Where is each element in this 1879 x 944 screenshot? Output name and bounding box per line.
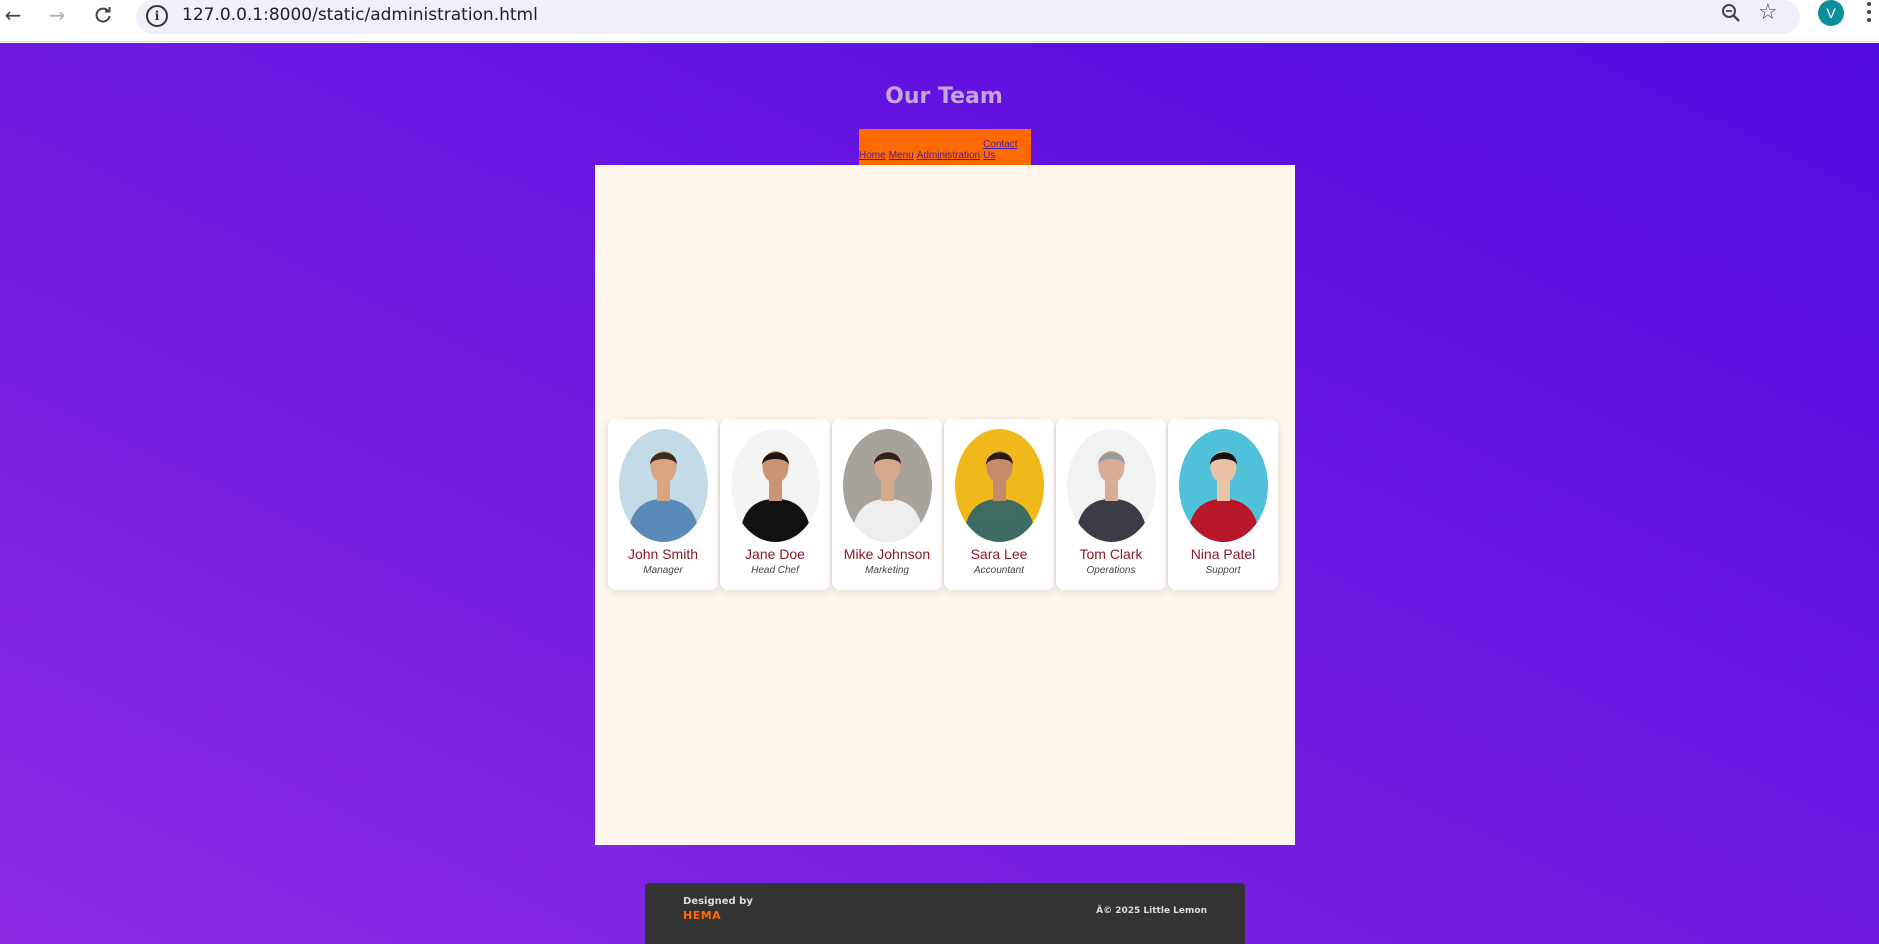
nav-link-administration[interactable]: Administration: [917, 150, 980, 161]
team-card: Jane Doe Head Chef: [720, 419, 830, 590]
browser-toolbar: ← → i 127.0.0.1:8000/static/administrati…: [0, 0, 1879, 42]
team-member-name: Jane Doe: [745, 546, 805, 562]
team-member-role: Marketing: [865, 565, 909, 576]
team-member-photo: [842, 429, 932, 542]
team-member-photo: [618, 429, 708, 542]
page-background: Our Team Home Menu Administration Contac…: [0, 43, 1879, 944]
bookmark-star-icon[interactable]: ☆: [1758, 0, 1778, 25]
team-member-photo: [730, 429, 820, 542]
team-member-photo: [1178, 429, 1268, 542]
page-title: Our Team: [885, 84, 1003, 109]
team-member-name: Sara Lee: [970, 546, 1028, 562]
reload-icon[interactable]: [90, 2, 116, 28]
back-arrow-icon[interactable]: ←: [0, 2, 26, 28]
profile-avatar[interactable]: V: [1818, 0, 1844, 26]
team-card-list: John Smith Manager Jane Doe Head Chef Mike J…: [608, 419, 1278, 590]
team-card: Mike Johnson Marketing: [832, 419, 942, 590]
nav-link-contact-us[interactable]: Contact Us: [983, 139, 1031, 161]
team-member-name: Tom Clark: [1079, 546, 1143, 562]
zoom-icon[interactable]: [1720, 2, 1742, 29]
kebab-menu-icon[interactable]: [1866, 2, 1872, 26]
team-card: John Smith Manager: [608, 419, 718, 590]
copyright-text: Â© 2025 Little Lemon: [1096, 906, 1207, 916]
nav-link-home[interactable]: Home: [859, 150, 886, 161]
designer-name: HEMA: [683, 909, 722, 922]
nav-link-menu[interactable]: Menu: [889, 150, 914, 161]
forward-arrow-icon[interactable]: →: [44, 2, 70, 28]
url-text[interactable]: 127.0.0.1:8000/static/administration.htm…: [182, 5, 538, 25]
team-card: Sara Lee Accountant: [944, 419, 1054, 590]
team-member-role: Accountant: [973, 565, 1025, 576]
team-member-photo: [1066, 429, 1156, 542]
site-info-icon[interactable]: i: [146, 5, 168, 27]
team-card: Tom Clark Operations: [1056, 419, 1166, 590]
team-member-name: John Smith: [627, 546, 699, 562]
designed-by-label: Designed by: [683, 896, 753, 907]
team-member-role: Head Chef: [751, 565, 799, 576]
team-member-role: Manager: [643, 565, 683, 576]
team-member-role: Support: [1205, 565, 1241, 576]
team-member-photo: [954, 429, 1044, 542]
team-content-panel: John Smith Manager Jane Doe Head Chef Mike J…: [595, 165, 1295, 845]
team-member-role: Operations: [1086, 565, 1136, 576]
site-footer: Designed by HEMA Â© 2025 Little Lemon: [645, 883, 1245, 944]
main-nav: Home Menu Administration Contact Us: [859, 129, 1031, 165]
team-member-name: Nina Patel: [1190, 546, 1256, 562]
team-member-name: Mike Johnson: [843, 546, 931, 562]
address-bar[interactable]: i 127.0.0.1:8000/static/administration.h…: [136, 0, 1800, 34]
team-card: Nina Patel Support: [1168, 419, 1278, 590]
